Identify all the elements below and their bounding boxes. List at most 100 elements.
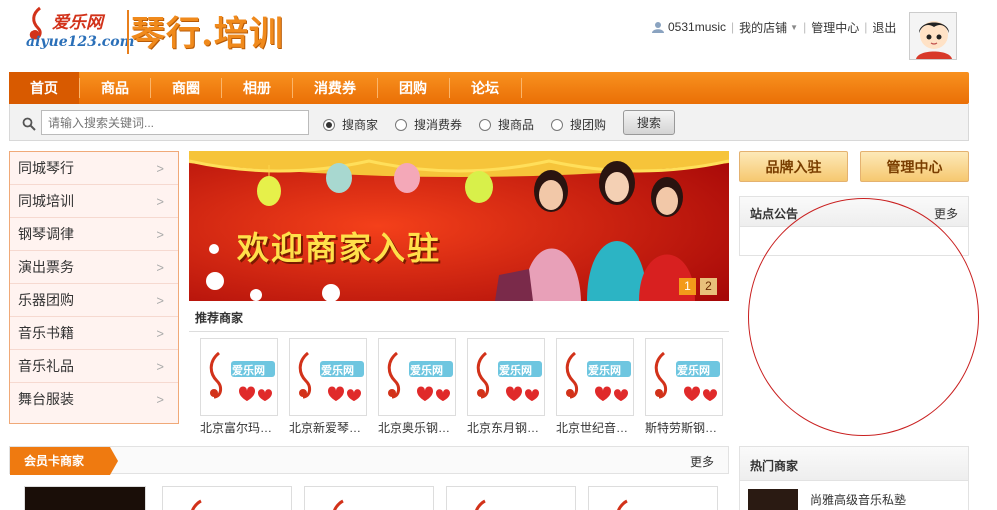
brand-join-button[interactable]: 品牌入驻 xyxy=(739,151,848,182)
category-item[interactable]: 同城培训 > xyxy=(10,185,178,218)
merchant-logo[interactable]: 爱乐网 xyxy=(289,338,367,416)
category-item[interactable]: 同城琴行 > xyxy=(10,152,178,185)
nav-forum[interactable]: 论坛 xyxy=(450,72,520,104)
category-label: 音乐礼品 xyxy=(18,358,74,374)
radio-label: 搜团购 xyxy=(570,118,607,132)
more-link[interactable]: 更多 xyxy=(934,205,958,222)
my-shop-link[interactable]: 我的店铺 xyxy=(739,19,787,36)
merchant-name[interactable]: 斯特劳斯钢… xyxy=(645,419,725,436)
category-item[interactable]: 钢琴调律 > xyxy=(10,218,178,251)
member-merchant-thumb[interactable] xyxy=(24,486,146,510)
main-nav: 首页 商品 商圈 相册 消费券 团购 论坛 xyxy=(9,72,969,104)
merchant-name[interactable]: 北京新爱琴… xyxy=(289,419,369,436)
merchant-name[interactable]: 北京富尔玛… xyxy=(200,419,280,436)
divider xyxy=(189,331,729,332)
radio-search-coupons[interactable]: 搜消费券 xyxy=(395,116,462,133)
radio-button[interactable] xyxy=(479,118,491,131)
aiyue-logo-icon xyxy=(190,499,202,510)
category-item[interactable]: 音乐书籍 > xyxy=(10,317,178,350)
merchant-name[interactable]: 北京奥乐钢… xyxy=(378,419,458,436)
site-title: 琴行.培训 xyxy=(131,14,284,54)
member-card-section-header: 会员卡商家 更多 xyxy=(9,446,729,475)
member-merchant-thumb[interactable] xyxy=(162,486,292,510)
more-link[interactable]: 更多 xyxy=(690,453,714,470)
admin-center-button[interactable]: 管理中心 xyxy=(860,151,969,182)
admin-center-link[interactable]: 管理中心 xyxy=(811,19,859,36)
merchant-logo[interactable]: 爱乐网 xyxy=(556,338,634,416)
avatar[interactable] xyxy=(909,12,957,60)
thumb-caption: 爱乐网 xyxy=(410,365,443,377)
merchant-card[interactable]: 爱乐网 北京富尔玛… xyxy=(200,338,278,436)
site-logo[interactable]: 爱乐网 aiyue123.com 琴行.培训 xyxy=(26,6,316,56)
merchant-card[interactable]: 爱乐网 北京新爱琴… xyxy=(289,338,367,436)
category-item[interactable]: 乐器团购 > xyxy=(10,284,178,317)
search-button[interactable]: 搜索 xyxy=(623,110,675,135)
merchant-card[interactable]: 爱乐网 北京东月钢… xyxy=(467,338,545,436)
chevron-right-icon: > xyxy=(156,227,164,242)
radio-search-products[interactable]: 搜商品 xyxy=(479,116,534,133)
logo-brand: 爱乐网 xyxy=(52,13,103,33)
logo-url: aiyue123.com xyxy=(26,34,135,50)
banner-page-2[interactable]: 2 xyxy=(700,278,717,295)
logo-divider xyxy=(127,10,129,54)
nav-products[interactable]: 商品 xyxy=(80,72,150,104)
category-label: 同城琴行 xyxy=(18,160,74,176)
member-merchant-thumb[interactable] xyxy=(588,486,718,510)
nav-group-buy[interactable]: 团购 xyxy=(378,72,448,104)
merchant-logo[interactable]: 爱乐网 xyxy=(378,338,456,416)
category-label: 同城培训 xyxy=(18,193,74,209)
search-bar: 搜商家 搜消费券 搜商品 搜团购 搜索 xyxy=(9,104,969,141)
category-label: 乐器团购 xyxy=(18,292,74,308)
hot-merchant-thumb[interactable] xyxy=(748,489,798,510)
merchant-card[interactable]: 爱乐网 北京世纪音… xyxy=(556,338,634,436)
category-label: 钢琴调律 xyxy=(18,226,74,242)
logout-link[interactable]: 退出 xyxy=(872,19,896,36)
username-link[interactable]: 0531music xyxy=(668,20,726,34)
nav-business-circle[interactable]: 商圈 xyxy=(151,72,221,104)
category-item[interactable]: 舞台服装 > xyxy=(10,383,178,416)
panel-title: 热门商家 xyxy=(750,459,799,473)
nav-divider xyxy=(521,78,522,98)
radio-search-group-buy[interactable]: 搜团购 xyxy=(551,116,606,133)
hot-merchant-name[interactable]: 尚雅高级音乐私塾 xyxy=(810,491,906,508)
thumb-caption: 爱乐网 xyxy=(321,365,354,377)
category-label: 演出票务 xyxy=(18,259,74,275)
promo-banner[interactable]: 欢迎商家入驻 1 2 xyxy=(189,151,729,301)
nav-coupons[interactable]: 消费券 xyxy=(293,72,377,104)
member-merchant-thumb[interactable] xyxy=(304,486,434,510)
category-item[interactable]: 音乐礼品 > xyxy=(10,350,178,383)
nav-albums[interactable]: 相册 xyxy=(222,72,292,104)
category-label: 音乐书籍 xyxy=(18,325,74,341)
radio-label: 搜商品 xyxy=(498,118,535,132)
member-merchant-thumb[interactable] xyxy=(446,486,576,510)
nav-home[interactable]: 首页 xyxy=(9,72,79,104)
aiyue-logo-icon xyxy=(616,499,628,510)
chevron-down-icon[interactable]: ▼ xyxy=(790,23,798,32)
panel-header: 热门商家 xyxy=(740,447,968,481)
chevron-right-icon: > xyxy=(156,392,164,407)
merchant-name[interactable]: 北京世纪音… xyxy=(556,419,636,436)
radio-search-merchants[interactable]: 搜商家 xyxy=(323,116,378,133)
radio-label: 搜消费券 xyxy=(414,118,463,132)
aiyue-logo-icon xyxy=(332,499,344,510)
radio-button[interactable] xyxy=(395,118,407,131)
category-list: 同城琴行 > 同城培训 > 钢琴调律 > 演出票务 > 乐器团购 > 音乐书籍 > 音乐礼品… xyxy=(9,151,179,424)
chevron-right-icon: > xyxy=(156,194,164,209)
merchant-logo[interactable]: 爱乐网 xyxy=(467,338,545,416)
merchant-card[interactable]: 爱乐网 北京奥乐钢… xyxy=(378,338,456,436)
panel-title: 站点公告 xyxy=(750,207,799,221)
search-icon xyxy=(22,117,36,131)
merchant-logo[interactable]: 爱乐网 xyxy=(645,338,723,416)
merchant-name[interactable]: 北京东月钢… xyxy=(467,419,547,436)
section-title-recommended: 推荐商家 xyxy=(195,311,244,325)
highlight-circle xyxy=(748,198,979,436)
merchant-logo[interactable]: 爱乐网 xyxy=(200,338,278,416)
radio-button[interactable] xyxy=(551,118,563,131)
thumb-caption: 爱乐网 xyxy=(232,365,265,377)
banner-page-1[interactable]: 1 xyxy=(679,278,696,295)
search-input[interactable] xyxy=(41,110,309,135)
merchant-card[interactable]: 爱乐网 斯特劳斯钢… xyxy=(645,338,723,436)
category-item[interactable]: 演出票务 > xyxy=(10,251,178,284)
radio-button-selected[interactable] xyxy=(323,118,335,131)
thumb-caption: 爱乐网 xyxy=(588,365,621,377)
